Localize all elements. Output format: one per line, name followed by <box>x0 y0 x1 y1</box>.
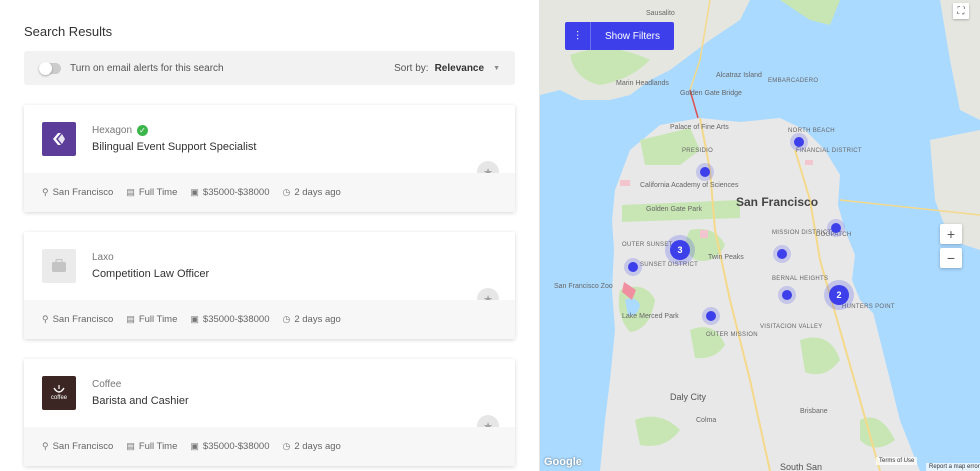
map-label: FINANCIAL DISTRICT <box>796 148 862 154</box>
sort-value[interactable]: Relevance <box>435 63 484 74</box>
hexagon-logo <box>42 122 76 156</box>
zoom-out-button[interactable]: − <box>940 248 962 268</box>
company-name: Hexagon <box>92 125 133 136</box>
job-card[interactable]: Hexagon ✓ Bilingual Event Support Specia… <box>24 105 515 212</box>
filter-sliders-icon: ⫶ <box>565 22 591 50</box>
map-label: OUTER SUNSET <box>622 242 673 248</box>
job-meta: ⚲ San Francisco ▤ Full Time ▣ $35000-$38000… <box>24 427 515 466</box>
location-pin-icon: ⚲ <box>42 314 49 324</box>
verified-check-icon: ✓ <box>137 125 149 136</box>
briefcase-icon: ▤ <box>126 441 135 451</box>
job-location-marker[interactable] <box>706 311 716 321</box>
job-meta: ⚲ San Francisco ▤ Full Time ▣ $35000-$38000… <box>24 300 515 339</box>
fullscreen-icon[interactable]: ⛶ <box>953 3 969 19</box>
clock-icon: ◷ <box>282 441 291 451</box>
money-icon: ▣ <box>190 187 199 197</box>
chevron-down-icon: ▼ <box>493 64 500 72</box>
coffee-logo-text: coffee <box>50 394 68 401</box>
terms-link[interactable]: Terms of Use <box>876 457 918 465</box>
map-label: EMBARCADERO <box>768 78 819 84</box>
job-location-marker[interactable] <box>831 223 841 233</box>
job-type: Full Time <box>138 187 178 198</box>
map-cluster-marker[interactable]: 2 <box>829 285 849 305</box>
map-label: Golden Gate Bridge <box>680 90 742 97</box>
location-pin-icon: ⚲ <box>42 187 49 197</box>
map-label: SUNSET DISTRICT <box>640 262 699 268</box>
clock-icon: ◷ <box>282 314 291 324</box>
map-label: Marin Headlands <box>616 80 669 87</box>
job-type: Full Time <box>138 314 178 325</box>
map-label: BERNAL HEIGHTS <box>772 276 829 282</box>
job-card[interactable]: Laxo Competition Law Officer ★ ⚲San Fran… <box>24 232 515 339</box>
location-pin-icon: ⚲ <box>42 441 49 451</box>
map-label: Golden Gate Park <box>646 206 703 213</box>
map-label: San Francisco Zoo <box>554 283 613 290</box>
map-label: Brisbane <box>800 408 828 415</box>
map-city-label: San Francisco <box>736 195 819 209</box>
alert-bar: Turn on email alerts for this search Sor… <box>24 51 515 85</box>
money-icon: ▣ <box>190 441 199 451</box>
job-meta: ⚲ San Francisco ▤ Full Time ▣ $35000-$38000… <box>24 173 515 212</box>
briefcase-icon: ▤ <box>126 187 135 197</box>
company-name: Laxo <box>92 252 114 263</box>
map-label: California Academy of Sciences <box>640 182 739 189</box>
coffee-logo: coffee <box>42 376 76 410</box>
job-posted: 2 days ago <box>294 314 341 325</box>
briefcase-icon: ▤ <box>126 314 135 324</box>
job-location-marker[interactable] <box>782 290 792 300</box>
job-title[interactable]: Competition Law Officer <box>92 268 209 280</box>
map-label: Twin Peaks <box>708 254 744 261</box>
job-posted: 2 days ago <box>294 441 341 452</box>
job-title[interactable]: Bilingual Event Support Specialist <box>92 141 256 153</box>
show-filters-label: Show Filters <box>604 30 660 42</box>
job-salary: $35000-$38000 <box>202 314 270 325</box>
map-panel[interactable]: ⫶ Show Filters ⛶ Sausalito Alcatraz Isla… <box>540 0 980 471</box>
job-card[interactable]: coffee Coffee Barista and Cashier ★ ⚲San… <box>24 359 515 466</box>
app-root: Search Results Turn on email alerts for … <box>0 0 980 471</box>
company-name: Coffee <box>92 379 122 390</box>
job-posted: 2 days ago <box>294 187 341 198</box>
map-label: VISITACION VALLEY <box>760 324 823 330</box>
job-location: San Francisco <box>52 441 114 452</box>
zoom-in-button[interactable]: + <box>940 224 962 244</box>
map-label: Palace of Fine Arts <box>670 124 729 131</box>
email-alert-toggle[interactable] <box>39 61 61 75</box>
job-location-marker[interactable] <box>794 137 804 147</box>
map-label: PRESIDIO <box>682 148 714 154</box>
map-label: NORTH BEACH <box>788 128 835 134</box>
job-location: San Francisco <box>52 187 114 198</box>
report-map-error-link[interactable]: Report a map error <box>926 463 980 471</box>
map-label: Colma <box>696 417 717 424</box>
show-filters-button[interactable]: ⫶ Show Filters <box>565 22 674 50</box>
map-label: HUNTERS POINT <box>842 304 895 310</box>
map-label: Lake Merced Park <box>622 313 679 320</box>
briefcase-icon <box>42 249 76 283</box>
page-title: Search Results <box>24 24 113 39</box>
map-label: South San <box>780 462 823 471</box>
job-location-marker[interactable] <box>700 167 710 177</box>
map-label: Alcatraz Island <box>716 72 762 79</box>
map-cluster-marker[interactable]: 3 <box>670 240 690 260</box>
map-label: Daly City <box>670 392 707 402</box>
job-location-marker[interactable] <box>628 262 638 272</box>
job-title[interactable]: Barista and Cashier <box>92 395 189 407</box>
job-salary: $35000-$38000 <box>202 187 270 198</box>
map-label: DOGPATCH <box>816 232 852 238</box>
money-icon: ▣ <box>190 314 199 324</box>
map-label: OUTER MISSION <box>706 332 758 338</box>
google-logo: Google <box>544 456 582 468</box>
sort-label: Sort by: <box>394 62 429 74</box>
job-salary: $35000-$38000 <box>202 441 270 452</box>
job-location-marker[interactable] <box>777 249 787 259</box>
job-type: Full Time <box>138 441 178 452</box>
map-label: Sausalito <box>646 10 675 17</box>
email-alert-label: Turn on email alerts for this search <box>70 62 224 74</box>
map-canvas[interactable] <box>540 0 980 471</box>
clock-icon: ◷ <box>282 187 291 197</box>
job-location: San Francisco <box>52 314 114 325</box>
sort-control[interactable]: Sort by: Relevance ▼ <box>394 63 500 74</box>
results-panel: Search Results Turn on email alerts for … <box>0 0 540 471</box>
